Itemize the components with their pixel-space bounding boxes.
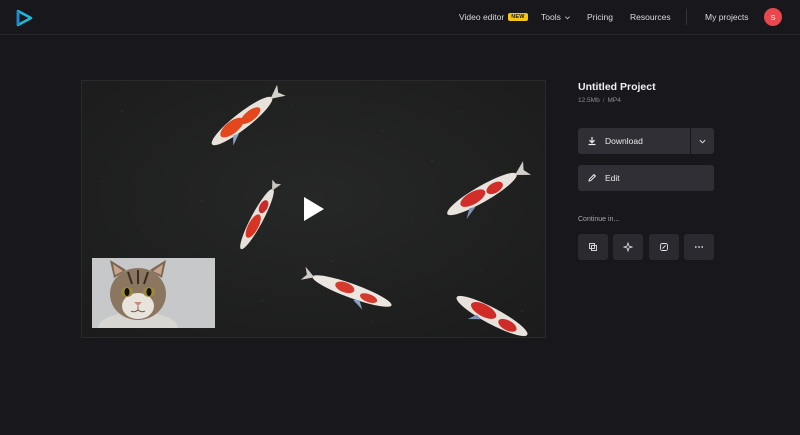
- project-meta: 12.5Mb / MP4: [578, 97, 621, 104]
- nav-video-editor[interactable]: Video editor NEW: [459, 0, 528, 34]
- sparkle-icon: [623, 242, 633, 252]
- nav-tools[interactable]: Tools: [541, 0, 571, 34]
- video-preview[interactable]: [81, 80, 546, 338]
- nav-pricing-label: Pricing: [587, 12, 613, 22]
- logo-play-icon[interactable]: [15, 9, 33, 27]
- new-badge: NEW: [508, 13, 528, 21]
- avatar[interactable]: S: [764, 8, 782, 26]
- file-format: MP4: [607, 97, 621, 104]
- top-header: Video editor NEW Tools Pricing Resources…: [0, 0, 800, 35]
- cat-thumbnail: [92, 258, 215, 328]
- nav-resources[interactable]: Resources: [630, 0, 671, 34]
- continue-more-button[interactable]: [684, 234, 714, 260]
- download-button[interactable]: Download: [578, 128, 690, 154]
- download-label: Download: [605, 136, 643, 146]
- continue-in-label: Continue in...: [578, 216, 620, 223]
- file-size: 12.5Mb: [578, 97, 600, 104]
- nav-my-projects-label: My projects: [705, 12, 749, 22]
- nav-video-editor-label: Video editor: [459, 12, 505, 22]
- nav-pricing[interactable]: Pricing: [587, 0, 613, 34]
- pencil-icon: [588, 173, 597, 182]
- nav-tools-label: Tools: [541, 12, 561, 22]
- webcam-overlay-cat[interactable]: [92, 258, 215, 328]
- download-icon: [588, 137, 596, 146]
- enhance-icon: [660, 243, 668, 251]
- continue-duplicate-button[interactable]: [578, 234, 608, 260]
- download-options-button[interactable]: [691, 128, 714, 154]
- chevron-down-icon: [699, 139, 706, 144]
- more-icon: [694, 246, 704, 248]
- edit-label: Edit: [605, 173, 620, 183]
- duplicate-icon: [589, 243, 597, 251]
- nav-resources-label: Resources: [630, 12, 671, 22]
- edit-button[interactable]: Edit: [578, 165, 714, 191]
- continue-sparkle-button[interactable]: [613, 234, 643, 260]
- continue-enhance-button[interactable]: [649, 234, 679, 260]
- nav-my-projects[interactable]: My projects: [705, 0, 748, 34]
- avatar-initial: S: [770, 12, 776, 22]
- project-title: Untitled Project: [578, 81, 656, 93]
- chevron-down-icon: [564, 15, 570, 19]
- header-divider: [686, 9, 687, 25]
- play-icon[interactable]: [302, 195, 326, 223]
- meta-separator: /: [602, 97, 605, 104]
